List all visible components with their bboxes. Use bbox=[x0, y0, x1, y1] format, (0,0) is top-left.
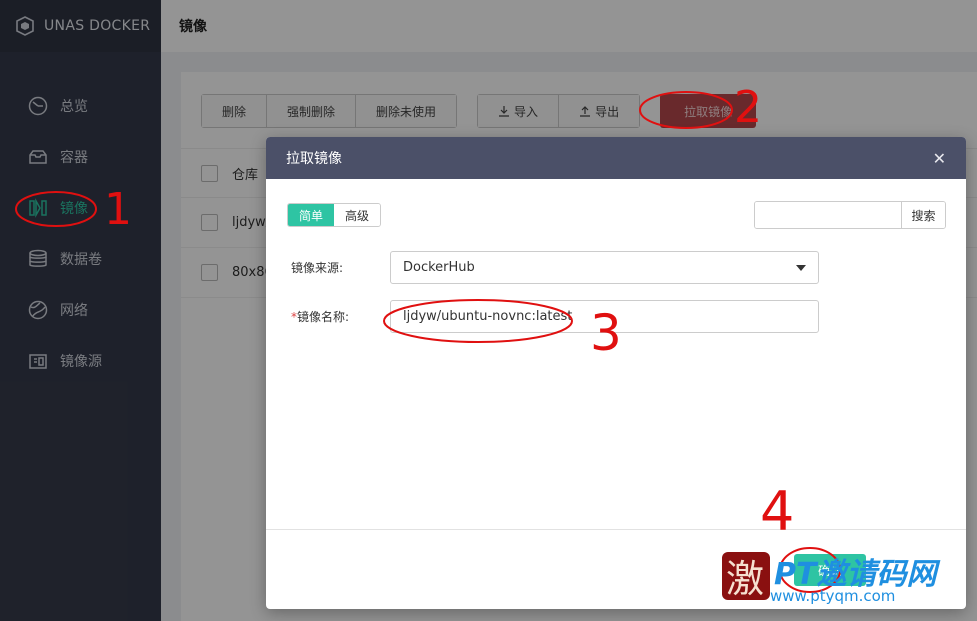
source-label: 镜像来源: bbox=[291, 261, 344, 275]
image-name-input[interactable] bbox=[390, 300, 819, 333]
name-label: 镜像名称: bbox=[297, 310, 350, 324]
caret-down-icon bbox=[796, 264, 806, 271]
dialog-footer: 确认 bbox=[266, 529, 966, 609]
tab-simple[interactable]: 简单 bbox=[288, 204, 335, 226]
mode-tabs: 简单 高级 bbox=[287, 203, 382, 227]
dialog-body: 简单 高级 搜索 镜像来源: DockerHub *镜像名称: bbox=[266, 179, 966, 529]
name-row: *镜像名称: bbox=[266, 300, 966, 333]
search-input[interactable] bbox=[755, 202, 901, 228]
dialog-header: 拉取镜像 ✕ bbox=[266, 137, 966, 179]
tab-advanced[interactable]: 高级 bbox=[334, 204, 381, 226]
pull-image-dialog: 拉取镜像 ✕ 简单 高级 搜索 镜像来源: DockerHub *镜像名称: 确… bbox=[266, 137, 966, 609]
source-row: 镜像来源: DockerHub bbox=[266, 251, 966, 284]
name-label-wrap: *镜像名称: bbox=[266, 308, 390, 325]
confirm-button[interactable]: 确认 bbox=[793, 554, 866, 586]
close-icon[interactable]: ✕ bbox=[933, 149, 946, 168]
source-select[interactable]: DockerHub bbox=[390, 251, 819, 284]
source-value: DockerHub bbox=[403, 260, 475, 275]
image-search: 搜索 bbox=[754, 201, 946, 229]
dialog-title: 拉取镜像 bbox=[286, 151, 342, 167]
search-button[interactable]: 搜索 bbox=[901, 202, 945, 228]
